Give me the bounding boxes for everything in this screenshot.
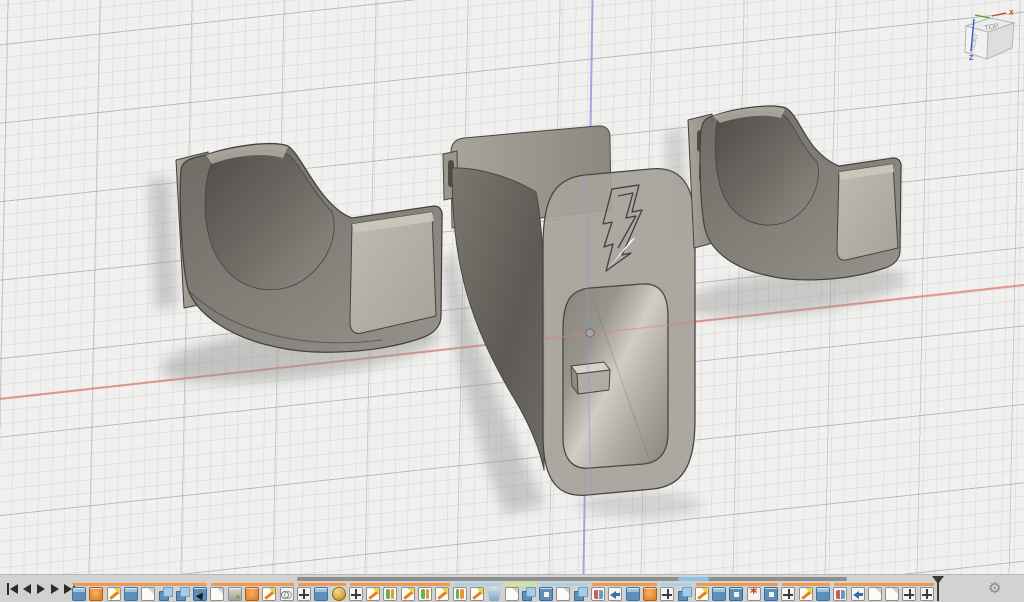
timeline-feature-combine-icon[interactable] [574, 587, 588, 601]
timeline-feature-extrude-icon[interactable] [124, 587, 138, 601]
timeline-feature-sketch-icon[interactable] [799, 587, 813, 601]
timeline-feature-fillet-icon[interactable] [141, 587, 155, 601]
timeline-feature-extrude-icon[interactable] [314, 587, 328, 601]
timeline-feature-revolve-icon[interactable] [418, 587, 432, 601]
timeline-feature-move-icon[interactable] [781, 587, 795, 601]
timeline-feature-move-icon[interactable] [902, 587, 916, 601]
timeline-group-strip [661, 583, 692, 586]
x-axis-indicator [992, 13, 1006, 16]
timeline-group-strip [298, 583, 346, 586]
step-forward-button[interactable] [48, 583, 62, 596]
timeline-group-strip [540, 583, 588, 586]
timeline-feature-fillet-icon[interactable] [885, 587, 899, 601]
timeline-feature-undo-icon[interactable] [851, 587, 865, 601]
timeline-group-strip [454, 583, 502, 586]
step-back-button[interactable] [20, 583, 34, 596]
timeline-feature-shield-icon[interactable] [487, 587, 501, 601]
timeline-feature-sketch-icon[interactable] [366, 587, 380, 601]
timeline-feature-hole-icon[interactable] [729, 587, 743, 601]
timeline-feature-sketch-icon[interactable] [435, 587, 449, 601]
timeline-feature-extrude-icon[interactable] [712, 587, 726, 601]
playhead-line [937, 577, 939, 601]
timeline-group-strip [73, 583, 207, 586]
timeline-feature-fillet-icon[interactable] [210, 587, 224, 601]
timeline-feature-sketch-icon[interactable] [695, 587, 709, 601]
timeline-feature-bucket-icon[interactable] [89, 587, 103, 601]
go-to-beginning-button[interactable] [6, 583, 20, 596]
timeline-feature-revolve-icon[interactable] [453, 587, 467, 601]
timeline-feature-revolve-icon[interactable] [383, 587, 397, 601]
timeline-feature-move-icon[interactable] [660, 587, 674, 601]
timeline-feature-fillet-icon[interactable] [505, 587, 519, 601]
timeline-feature-undo-icon[interactable] [608, 587, 622, 601]
timeline-feature-combine-icon[interactable] [522, 587, 536, 601]
timeline-feature-extrude-icon[interactable] [816, 587, 830, 601]
timeline-feature-sphere-icon[interactable] [332, 587, 346, 601]
y-axis-indicator [975, 15, 990, 18]
timeline-feature-pull-icon[interactable] [193, 587, 207, 601]
timeline-group-strip [506, 583, 537, 586]
timeline-group-bar [297, 577, 848, 581]
timeline-feature-combine-icon[interactable] [159, 587, 173, 601]
timeline-group-strip [350, 583, 450, 586]
model-right-hook[interactable] [688, 106, 901, 280]
timeline-feature-combine-icon[interactable] [176, 587, 190, 601]
models-layer: TOP FRONT X Z [0, 0, 1024, 574]
timeline-feature-move-icon[interactable] [920, 587, 934, 601]
viewport-3d[interactable]: TOP FRONT X Z [0, 0, 1024, 574]
z-axis-label: Z [969, 55, 974, 62]
pocket-button [571, 362, 610, 394]
timeline-feature-extrude-icon[interactable] [626, 587, 640, 601]
timeline-feature-fillet-icon[interactable] [868, 587, 882, 601]
timeline-feature-sketch-icon[interactable] [401, 587, 415, 601]
timeline-feature-sketch-icon[interactable] [107, 587, 121, 601]
viewcube[interactable]: TOP FRONT X Z [965, 10, 1014, 62]
timeline-feature-spark-icon[interactable] [747, 587, 761, 601]
timeline-settings-gear-icon[interactable]: ⚙ [988, 580, 1001, 598]
timeline-bar: ⚙ [0, 574, 1024, 602]
timeline-feature-sketch-icon[interactable] [262, 587, 276, 601]
x-axis-label: X [1009, 10, 1014, 17]
fusion-canvas-window: TOP FRONT X Z ⚙ [0, 0, 1024, 602]
timeline-feature-bucket-icon[interactable] [245, 587, 259, 601]
timeline-group-strip [211, 583, 294, 586]
timeline-feature-move-icon[interactable] [297, 587, 311, 601]
play-button[interactable] [34, 583, 48, 596]
timeline-feature-extrude-icon[interactable] [72, 587, 86, 601]
timeline-feature-combine-icon[interactable] [678, 587, 692, 601]
timeline-feature-component-icon[interactable] [228, 587, 242, 601]
timeline-feature-move-icon[interactable] [349, 587, 363, 601]
timeline-feature-sketch-icon[interactable] [470, 587, 484, 601]
timeline-feature-fillet-icon[interactable] [556, 587, 570, 601]
timeline-feature-mirror-icon[interactable] [833, 587, 847, 601]
timeline-feature-link-icon[interactable] [280, 587, 294, 601]
timeline-feature-hole-icon[interactable] [764, 587, 778, 601]
timeline-group-strip [834, 583, 934, 586]
model-left-hook[interactable] [176, 144, 442, 353]
timeline-feature-bucket-icon[interactable] [643, 587, 657, 601]
timeline-group-strip [592, 583, 657, 586]
timeline-group-strip [696, 583, 779, 586]
timeline-feature-hole-icon[interactable] [539, 587, 553, 601]
timeline-group-bar [678, 577, 710, 581]
timeline-feature-mirror-icon[interactable] [591, 587, 605, 601]
timeline-group-strip [782, 583, 830, 586]
